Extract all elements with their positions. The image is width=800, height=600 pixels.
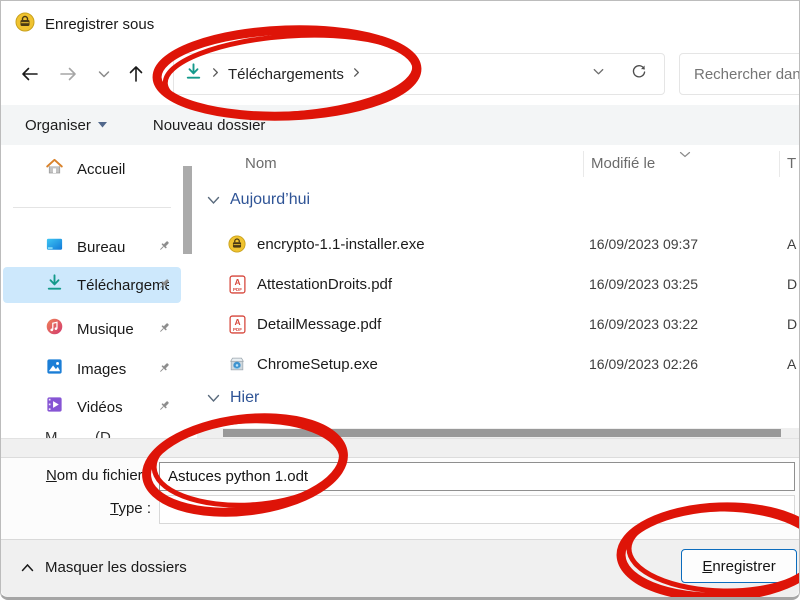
sidebar-item-desktop[interactable]: Bureau [3,229,181,265]
file-type: A [787,236,800,252]
column-header-modified[interactable]: Modifié le [591,155,655,172]
installer-box-icon [227,355,247,373]
sidebar-item-pictures[interactable]: Images [3,351,181,387]
svg-text:PDF: PDF [233,326,242,331]
group-header-today[interactable]: Aujourd’hui [207,191,310,209]
navigation-pane: Accueil Bureau Téléchargements [1,145,197,438]
horizontal-scrollbar-thumb[interactable] [223,429,781,437]
column-separator[interactable] [583,151,584,177]
downloads-icon [184,62,203,86]
sidebar-item-music[interactable]: Musique [3,311,181,347]
encrypto-app-icon [227,235,247,253]
sidebar-item-videos[interactable]: Vidéos [3,389,181,425]
refresh-icon[interactable] [630,63,648,86]
pdf-file-icon: APDF [227,315,247,334]
up-button[interactable] [125,63,147,85]
address-bar[interactable]: Téléchargements [173,53,665,95]
save-as-dialog: Enregistrer sous Téléchargements [0,0,800,600]
file-type: D [787,276,800,292]
pdf-file-icon: APDF [227,275,247,294]
sidebar-item-downloads[interactable]: Téléchargements [3,267,181,303]
file-modified: 16/09/2023 02:26 [589,356,698,372]
file-list: Nom Modifié le T Aujourd’hui encrypto-1.… [197,145,799,438]
breadcrumb-chevron-icon [210,65,221,83]
fields-panel: Nom du fichier : Type : [1,457,799,540]
desktop-icon [45,235,64,259]
pictures-icon [45,357,64,381]
home-icon [45,157,64,181]
file-name: DetailMessage.pdf [257,316,381,333]
dialog-toolbar: Organiser Nouveau dossier [1,105,799,145]
group-header-yesterday[interactable]: Hier [207,389,259,407]
pin-icon [157,277,171,296]
file-modified: 16/09/2023 09:37 [589,236,698,252]
hide-folders-button[interactable]: Masquer les dossiers [21,559,187,576]
file-row[interactable]: ChromeSetup.exe 16/09/2023 02:26 A [197,347,799,381]
file-type: A [787,356,800,372]
videos-icon [45,395,64,419]
sidebar-item-partial[interactable]: M (D [45,429,111,438]
filetype-label: Type : [1,500,151,517]
chevron-up-icon [21,563,34,572]
new-folder-button[interactable]: Nouveau dossier [153,117,266,134]
filename-label: Nom du fichier : [1,467,151,484]
downloads-icon [45,273,64,297]
save-button[interactable]: Enregistrer [681,549,797,583]
caret-down-icon [98,122,107,128]
file-name: encrypto-1.1-installer.exe [257,236,425,253]
recent-locations-chevron[interactable] [93,63,115,85]
file-row[interactable]: APDF DetailMessage.pdf 16/09/2023 03:22 … [197,307,799,341]
forward-button[interactable] [57,63,79,85]
sidebar-item-label: Téléchargements [77,277,169,294]
file-type: D [787,316,800,332]
sort-chevron-icon [679,145,691,163]
column-header-name[interactable]: Nom [245,155,277,172]
sidebar-item-label: Bureau [77,239,125,256]
organiser-label: Organiser [25,117,91,134]
svg-text:A: A [234,277,240,287]
pin-icon [157,321,171,340]
filename-input[interactable] [159,462,795,491]
file-modified: 16/09/2023 03:25 [589,276,698,292]
pin-icon [157,361,171,380]
save-button-label: Enregistrer [702,558,775,575]
back-button[interactable] [19,63,41,85]
file-row[interactable]: encrypto-1.1-installer.exe 16/09/2023 09… [197,227,799,261]
sidebar-item-label: Musique [77,321,134,338]
organiser-menu[interactable]: Organiser [25,117,107,134]
sidebar-item-label: Accueil [77,161,125,178]
group-collapse-chevron[interactable] [207,196,220,205]
app-lock-icon [15,12,35,37]
pin-icon [157,239,171,258]
sidebar-item-label: Images [77,361,126,378]
music-icon [45,317,64,341]
filetype-select[interactable] [159,495,795,524]
svg-text:PDF: PDF [233,286,242,291]
sidebar-item-home[interactable]: Accueil [3,151,181,187]
title-bar: Enregistrer sous [1,1,799,47]
dialog-footer: Nom du fichier : Type : Masquer les doss… [1,438,799,597]
breadcrumb-chevron-icon[interactable] [351,65,362,83]
new-folder-label: Nouveau dossier [153,117,266,134]
file-row[interactable]: APDF AttestationDroits.pdf 16/09/2023 03… [197,267,799,301]
window-title: Enregistrer sous [45,16,154,33]
svg-text:A: A [234,317,240,327]
group-collapse-chevron[interactable] [207,394,220,403]
file-name: AttestationDroits.pdf [257,276,392,293]
column-separator[interactable] [779,151,780,177]
file-modified: 16/09/2023 03:22 [589,316,698,332]
file-name: ChromeSetup.exe [257,356,378,373]
sidebar-item-label: Vidéos [77,399,123,416]
group-label: Hier [230,389,259,407]
hide-folders-label: Masquer les dossiers [45,559,187,576]
sidebar-divider [13,207,171,208]
pin-icon [157,399,171,418]
breadcrumb-location[interactable]: Téléchargements [228,66,344,83]
search-input[interactable] [679,53,800,95]
column-header-type[interactable]: T [787,155,796,172]
sidebar-scrollbar[interactable] [183,166,192,254]
address-dropdown-chevron[interactable] [591,64,606,84]
group-label: Aujourd’hui [230,191,310,209]
